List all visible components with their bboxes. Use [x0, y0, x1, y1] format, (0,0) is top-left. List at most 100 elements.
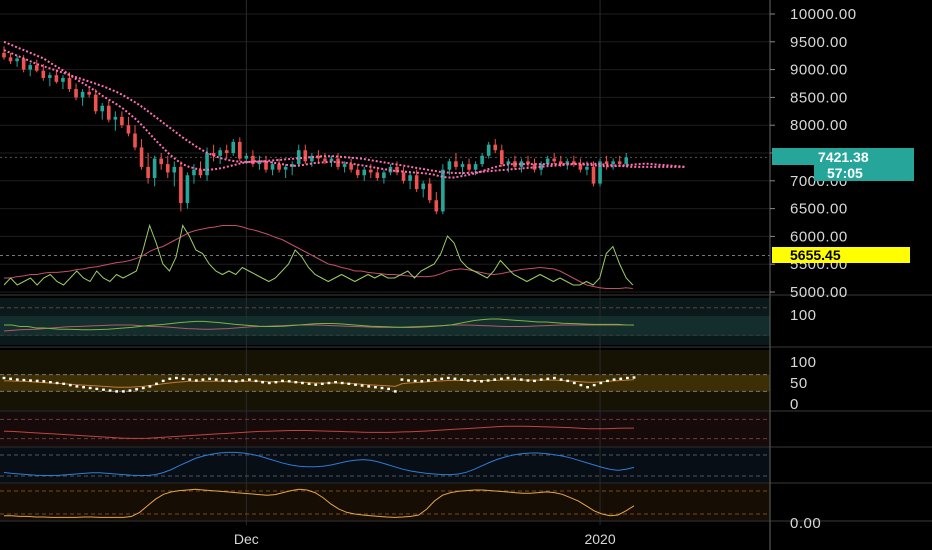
- level-tag: 5655.45: [772, 247, 910, 263]
- candle-body: [349, 164, 353, 170]
- candle-body: [401, 172, 406, 181]
- rsi-dot: [626, 376, 629, 380]
- candle-body: [473, 164, 478, 170]
- price-tick-label: 10000.00: [790, 6, 857, 23]
- rsi-dot: [320, 382, 324, 385]
- candle-body: [624, 157, 629, 165]
- rsi-dot: [500, 377, 503, 380]
- rsi-dot: [115, 390, 119, 393]
- rsi-dot: [122, 390, 125, 393]
- candle-body: [93, 94, 98, 112]
- rsi-dot: [274, 381, 278, 384]
- rsi-dot: [221, 379, 225, 382]
- candle-body: [382, 172, 386, 179]
- rsi-dot: [354, 383, 357, 386]
- candle-body: [355, 169, 360, 176]
- rsi-dot: [228, 379, 231, 383]
- candle-body: [8, 57, 13, 62]
- moving-average-slow: [3, 49, 686, 174]
- rsi-dot: [506, 376, 510, 380]
- candle-body: [369, 169, 373, 173]
- rsi-dot: [301, 381, 304, 385]
- volume-red-line: [4, 225, 633, 289]
- rsi-dot: [519, 378, 523, 381]
- rsi-dot: [446, 376, 450, 380]
- pane1-tick-label: 100: [790, 307, 817, 324]
- rsi-dot: [387, 387, 390, 391]
- rsi-dot: [433, 378, 437, 381]
- rsi-dot: [606, 379, 609, 383]
- rsi-dot: [75, 385, 79, 388]
- candle-body: [611, 161, 615, 165]
- rsi-dot: [42, 380, 46, 383]
- rsi-dot: [155, 382, 158, 385]
- rsi-dot: [453, 377, 457, 380]
- rsi-dot: [572, 381, 576, 385]
- candle-body: [296, 150, 301, 165]
- candle-body: [218, 150, 222, 156]
- rsi-dot: [15, 378, 19, 381]
- candle-body: [2, 52, 6, 58]
- countdown-tag-text: 57:05: [827, 165, 863, 181]
- rsi-dot: [400, 378, 404, 381]
- candle-body: [107, 105, 111, 120]
- candle-body: [172, 166, 177, 173]
- candle-body: [198, 169, 203, 176]
- candle-body: [179, 166, 183, 204]
- rsi-band: [0, 374, 770, 392]
- candle-body: [185, 175, 190, 204]
- rsi-dot: [102, 388, 105, 391]
- rsi-dot: [393, 390, 397, 393]
- rsi-dot: [367, 385, 371, 388]
- rsi-tick-label: 50: [790, 375, 808, 392]
- last-price-tag-text: 7421.38: [818, 149, 869, 165]
- rsi-dot: [29, 379, 32, 382]
- candle-body: [120, 116, 124, 126]
- last-price-tag: 7421.38: [772, 148, 914, 165]
- candle-body: [342, 164, 347, 167]
- price-panel[interactable]: [0, 40, 770, 289]
- rsi-tick-label: 0: [790, 396, 799, 413]
- candle-body: [493, 144, 498, 151]
- bottom-tick-label: 0.00: [790, 515, 821, 532]
- rsi-dot: [68, 383, 72, 387]
- candle-body: [408, 175, 412, 181]
- candle-body: [480, 155, 484, 165]
- rsi-dot: [148, 385, 152, 388]
- candle-body: [205, 153, 209, 176]
- rsi-dot: [261, 381, 264, 384]
- rsi-dot: [49, 381, 52, 384]
- rsi-dot: [619, 377, 623, 380]
- rsi-dot: [95, 387, 99, 391]
- candle-body: [87, 91, 91, 95]
- pane-background: [0, 484, 770, 520]
- trading-chart[interactable]: 10000.009500.009000.008500.008000.007500…: [0, 0, 932, 550]
- candle-body: [283, 166, 288, 170]
- rsi-dot: [9, 377, 12, 380]
- rsi-dot: [188, 378, 192, 381]
- candle-body: [467, 164, 471, 170]
- candle-body: [54, 75, 59, 82]
- candle-body: [434, 200, 439, 212]
- rsi-dot: [427, 379, 430, 382]
- price-tick-label: 9000.00: [790, 62, 848, 79]
- rsi-dot: [360, 384, 364, 387]
- candle-body: [100, 105, 105, 112]
- rsi-dot: [22, 378, 26, 382]
- rsi-dot: [526, 379, 530, 382]
- rsi-dot: [466, 379, 470, 382]
- pane-background: [0, 448, 770, 482]
- rsi-dot: [248, 378, 251, 381]
- rsi-dot: [480, 380, 483, 383]
- rsi-dot: [407, 379, 410, 382]
- candle-body: [303, 150, 308, 162]
- rsi-dot: [327, 381, 331, 385]
- candle-body: [21, 58, 26, 70]
- candle-body: [427, 183, 432, 201]
- price-axis[interactable]: 10000.009500.009000.008500.008000.007500…: [769, 0, 857, 550]
- time-axis[interactable]: Dec 2020: [234, 531, 616, 547]
- level-tag-text: 5655.45: [790, 247, 841, 263]
- candle-body: [454, 161, 458, 167]
- candle-body: [61, 77, 65, 82]
- rsi-dot: [314, 383, 318, 386]
